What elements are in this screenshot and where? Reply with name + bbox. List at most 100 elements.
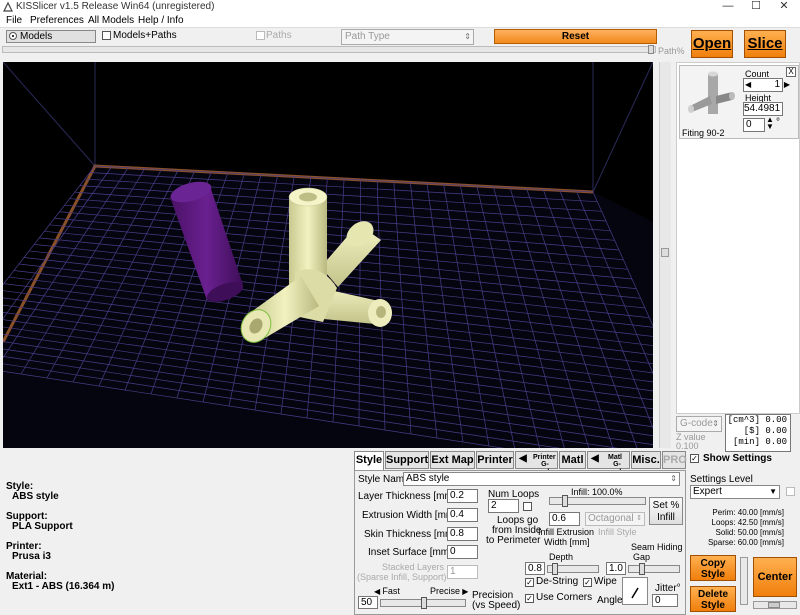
- path-slider-thumb[interactable]: [648, 45, 654, 54]
- angle-label: Angle: [597, 595, 623, 606]
- menu-all-models[interactable]: All Models: [88, 14, 134, 28]
- infill-style-label: Infill Style: [598, 527, 637, 537]
- destring-checkbox[interactable]: ✓: [525, 578, 534, 587]
- tab-printer[interactable]: Printer: [476, 451, 514, 469]
- gcode-mode-select[interactable]: G-code ⇕: [676, 416, 722, 432]
- seam-angle-dial[interactable]: [622, 577, 648, 605]
- tab-support[interactable]: Support: [385, 451, 429, 469]
- gap-field[interactable]: 1.0: [606, 562, 626, 575]
- minimize-button[interactable]: —: [714, 0, 742, 14]
- precision-sublabel: (vs Speed): [472, 600, 521, 611]
- tab-pro[interactable]: PRO: [662, 451, 687, 469]
- depth-field[interactable]: 0.8: [525, 562, 545, 575]
- menu-help-info[interactable]: Help / Info: [138, 14, 184, 28]
- wipe-checkbox[interactable]: ✓: [583, 578, 592, 587]
- layer-thickness-field[interactable]: 0.2: [447, 489, 478, 503]
- wipe-label: Wipe: [594, 576, 617, 587]
- support-info-value: PLA Support: [12, 521, 73, 532]
- depth-slider[interactable]: [547, 563, 599, 575]
- tab-ext-map[interactable]: Ext Map: [430, 451, 475, 469]
- scroll-thumb[interactable]: [768, 602, 780, 608]
- paths-checkbox[interactable]: [256, 31, 265, 40]
- jitter-label: Jitter°: [655, 583, 681, 594]
- remove-model-button[interactable]: X: [786, 67, 796, 77]
- settings-level-label: Settings Level: [690, 474, 753, 485]
- decrement-icon[interactable]: ◀: [745, 79, 751, 91]
- slice-button[interactable]: Slice: [744, 30, 786, 58]
- 3d-scene[interactable]: [3, 62, 653, 448]
- speed-value-field[interactable]: 50: [358, 596, 378, 609]
- rotation-spinner-icon[interactable]: ▲ ▼: [766, 116, 774, 131]
- vertical-scrollbar[interactable]: [740, 557, 748, 605]
- num-loops-field[interactable]: 2: [488, 499, 519, 513]
- style-name-value: ABS style: [406, 473, 450, 484]
- settings-level-select[interactable]: Expert ▼: [690, 485, 780, 499]
- layer-slider-thumb[interactable]: [661, 248, 669, 257]
- menu-file[interactable]: File: [6, 14, 22, 28]
- settings-level-value: Expert: [693, 486, 722, 497]
- horizontal-scrollbar[interactable]: [753, 601, 797, 609]
- set-infill-line2: Infill: [657, 512, 675, 523]
- layer-slider[interactable]: [659, 62, 671, 448]
- delete-style-line1: Delete: [697, 589, 728, 600]
- precision-slider-thumb[interactable]: [421, 597, 427, 609]
- center-button[interactable]: Center: [753, 557, 797, 597]
- skin-thickness-field[interactable]: 0.8: [447, 527, 478, 541]
- tab-style[interactable]: Style: [354, 451, 384, 471]
- height-field[interactable]: 54.4981: [743, 102, 783, 116]
- model-card[interactable]: Fiting 90-2 Count X ◀ 1 ▶ Height 54.4981…: [679, 65, 799, 139]
- extrusion-width-field[interactable]: 0.4: [447, 508, 478, 522]
- destring-label: De-String: [536, 576, 579, 587]
- style-name-select[interactable]: ABS style ⇕: [403, 472, 680, 486]
- close-window-button[interactable]: ✕: [770, 0, 798, 14]
- depth-slider-thumb[interactable]: [552, 563, 558, 575]
- precision-speed-slider[interactable]: [380, 597, 466, 609]
- set-infill-button[interactable]: Set % Infill: [649, 497, 683, 525]
- gap-slider[interactable]: [628, 563, 680, 575]
- gap-slider-thumb[interactable]: [639, 563, 645, 575]
- models-label: Models: [20, 31, 53, 42]
- fast-text: Fast: [382, 586, 400, 596]
- fast-label: ◀ Fast: [374, 586, 400, 596]
- settings-level-checkbox[interactable]: [786, 487, 795, 496]
- models-paths-checkbox[interactable]: [102, 31, 111, 40]
- infill-slider[interactable]: [549, 495, 646, 507]
- reset-button[interactable]: Reset: [494, 29, 657, 44]
- stacked-layers-field[interactable]: 1: [447, 565, 478, 579]
- right-arrow-icon: ▶: [460, 587, 469, 596]
- open-button[interactable]: Open: [691, 30, 733, 58]
- path-type-select[interactable]: Path Type ⇕: [341, 29, 474, 45]
- jitter-field[interactable]: 0: [652, 594, 678, 607]
- models-view-option[interactable]: Models: [6, 30, 96, 43]
- print-stats: [cm^3] 0.00 [$] 0.00 [min] 0.00: [725, 414, 791, 452]
- show-settings-checkbox[interactable]: ✓: [690, 454, 699, 463]
- 3d-viewport[interactable]: [3, 62, 653, 448]
- path-percent-slider[interactable]: [2, 45, 656, 54]
- tab-printer-gcode[interactable]: ◀ Printer G-code: [515, 451, 558, 476]
- count-field[interactable]: ◀ 1 ▶: [743, 78, 790, 92]
- loops-inside-checkbox[interactable]: [523, 502, 532, 511]
- infill-slider-thumb[interactable]: [562, 495, 568, 507]
- tab-matl[interactable]: Matl: [559, 451, 586, 469]
- degree-symbol: °: [776, 117, 780, 128]
- models-radio[interactable]: [9, 32, 17, 40]
- left-arrow-icon: ◀: [519, 453, 527, 464]
- inset-surface-field[interactable]: 0: [447, 545, 478, 559]
- tab-misc[interactable]: Misc.: [631, 451, 661, 469]
- infill-width-field[interactable]: 0.6: [549, 512, 580, 526]
- use-corners-checkbox[interactable]: ✓: [525, 594, 534, 603]
- delete-style-button[interactable]: Delete Style: [690, 586, 736, 612]
- chevron-updown-icon: ⇕: [636, 515, 642, 522]
- menu-preferences[interactable]: Preferences: [30, 14, 84, 28]
- chevron-updown-icon: ⇕: [712, 419, 719, 428]
- copy-style-button[interactable]: Copy Style: [690, 555, 736, 581]
- infill-style-select[interactable]: Octagonal ⇕: [585, 512, 645, 526]
- stat-volume: [cm^3] 0.00: [727, 415, 787, 425]
- increment-icon[interactable]: ▶: [784, 79, 790, 91]
- inset-surface-label: Inset Surface [mm]: [368, 547, 452, 558]
- rotation-field[interactable]: 0: [743, 118, 765, 132]
- depth-label: Depth: [549, 552, 574, 562]
- material-info-value: Ext1 - ABS (16.364 m): [12, 581, 115, 592]
- maximize-button[interactable]: ☐: [742, 0, 770, 14]
- tab-matl-gcode[interactable]: ◀ Matl G-code: [587, 451, 630, 476]
